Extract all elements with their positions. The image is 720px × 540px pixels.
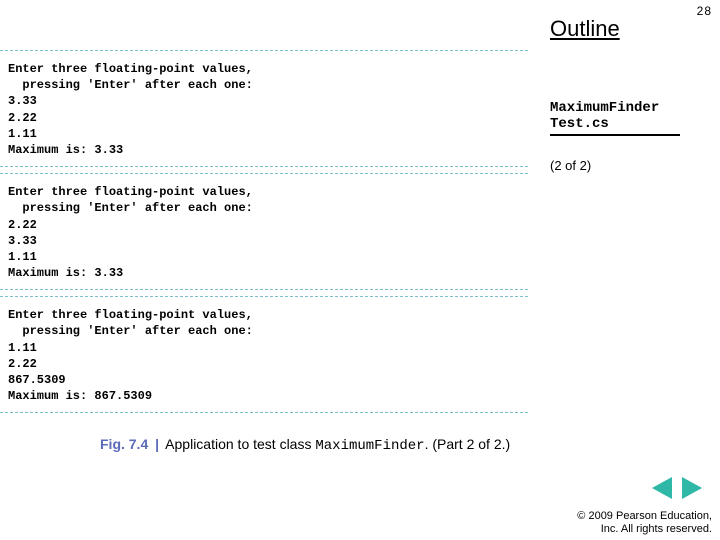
figure-caption: Fig. 7.4 | Application to test class Max… <box>100 436 510 454</box>
filename-line-2: Test.cs <box>550 116 680 132</box>
copyright-line-1: © 2009 Pearson Education, <box>577 510 712 523</box>
console-output: Enter three floating-point values, press… <box>0 297 528 412</box>
nav-controls <box>652 477 702 504</box>
source-filename: MaximumFinder Test.cs <box>550 100 680 136</box>
divider <box>0 412 528 413</box>
console-output: Enter three floating-point values, press… <box>0 174 528 289</box>
filename-underline <box>550 134 680 136</box>
copyright-line-2: Inc. All rights reserved. <box>577 523 712 536</box>
console-output: Enter three floating-point values, press… <box>0 51 528 166</box>
figure-text-post: . (Part 2 of 2.) <box>425 436 511 452</box>
figure-separator: | <box>152 436 162 452</box>
page-number: 28 <box>697 4 712 18</box>
figure-label: Fig. 7.4 <box>100 436 148 452</box>
divider <box>0 289 528 290</box>
filename-line-1: MaximumFinder <box>550 100 680 116</box>
next-slide-icon[interactable] <box>682 477 702 499</box>
outline-heading: Outline <box>550 16 620 42</box>
console-output-stack: Enter three floating-point values, press… <box>0 50 528 413</box>
page-of-indicator: (2 of 2) <box>550 158 591 173</box>
prev-slide-icon[interactable] <box>652 477 672 499</box>
figure-text-pre: Application to test class <box>165 436 315 452</box>
copyright-notice: © 2009 Pearson Education, Inc. All right… <box>577 510 712 536</box>
divider <box>0 166 528 167</box>
figure-code-name: MaximumFinder <box>315 438 424 454</box>
